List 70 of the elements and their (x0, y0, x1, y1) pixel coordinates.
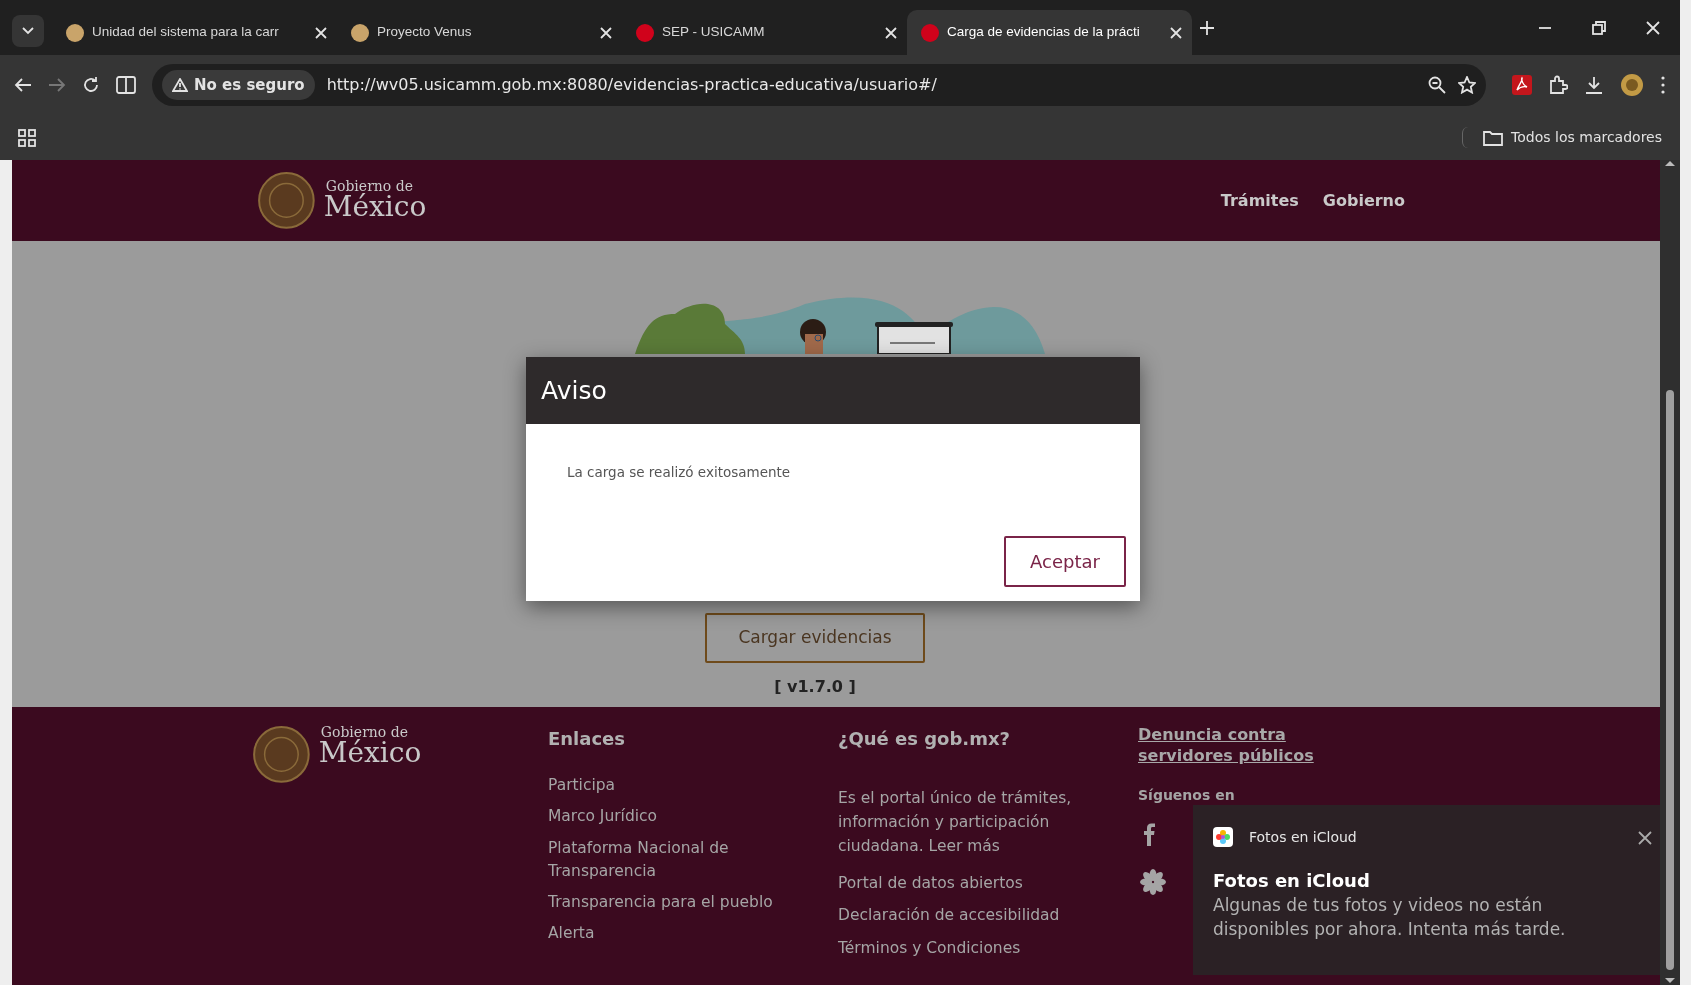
download-icon[interactable] (1584, 75, 1604, 95)
browser-tab[interactable]: Unidad del sistema para la carr (52, 10, 337, 55)
security-chip[interactable]: No es seguro (162, 69, 315, 101)
tab-title: Unidad del sistema para la carr (92, 23, 280, 42)
complaint-link[interactable]: Denuncia contra servidores públicos (1138, 725, 1378, 767)
footer-description: Es el portal único de trámites, información y participación ciudadana. Leer más (838, 788, 1073, 858)
upload-evidence-button[interactable]: Cargar evidencias (705, 613, 925, 663)
forward-icon[interactable] (48, 77, 66, 93)
notification-title: Fotos en iCloud (1213, 869, 1371, 893)
facebook-icon[interactable] (1143, 821, 1155, 846)
notification-message: Algunas de tus fotos y videos no están disponibles por ahora. Intenta más tarde. (1213, 894, 1567, 941)
menu-icon[interactable] (1660, 75, 1666, 95)
notification-app-name: Fotos en iCloud (1249, 827, 1358, 847)
emblem-icon (257, 171, 316, 230)
plus-icon (1200, 20, 1214, 35)
reload-icon[interactable] (82, 76, 100, 94)
caret-icon (22, 27, 34, 35)
photos-app-icon (1213, 827, 1233, 847)
close-icon (1646, 20, 1660, 35)
restore-icon (1592, 20, 1606, 35)
puzzle-icon[interactable] (1548, 75, 1568, 95)
footer-link[interactable]: Transparencia para el pueblo (548, 891, 838, 915)
scrollbar[interactable] (1660, 160, 1680, 985)
footer-link[interactable]: Plataforma Nacional de Transparencia (548, 836, 838, 883)
accept-button[interactable]: Aceptar (1004, 536, 1126, 587)
footer-heading: Enlaces (548, 727, 627, 751)
split-view-icon[interactable] (116, 76, 136, 94)
footer-link[interactable]: Términos y Condiciones (838, 936, 1138, 960)
tab-search-button[interactable] (12, 15, 44, 47)
back-icon[interactable] (14, 77, 32, 93)
follow-label: Síguenos en (1138, 785, 1236, 805)
footer-link[interactable]: Marco Jurídico (548, 805, 838, 829)
tab-title: SEP - USICAMM (662, 23, 766, 42)
minimize-icon (1538, 26, 1552, 29)
browser-tab[interactable]: Carga de evidencias de la prácti (907, 10, 1192, 55)
bookmarks-folder[interactable]: Todos los marcadores (1462, 127, 1662, 148)
emblem-icon (252, 725, 311, 784)
browser-tab[interactable]: SEP - USICAMM (622, 10, 907, 55)
close-icon (885, 27, 897, 40)
tab-title: Carga de evidencias de la prácti (947, 23, 1141, 42)
nav-link[interactable]: Gobierno (1322, 188, 1405, 213)
star-icon[interactable] (1458, 76, 1476, 94)
folder-icon (1483, 129, 1504, 146)
read-more-link[interactable]: Leer más (928, 837, 1000, 856)
version-label: [ v1.7.0 ] (774, 675, 856, 698)
close-icon (1170, 27, 1182, 40)
zoom-icon[interactable] (1428, 76, 1446, 94)
flower-icon[interactable] (1139, 867, 1167, 896)
footer-link[interactable]: Alerta (548, 922, 838, 946)
close-icon (315, 27, 327, 40)
address-field[interactable]: http://wv05.usicamm.gob.mx:8080/evidencias-practica-educativa/usuario#/ (326, 73, 1416, 97)
footer-link[interactable]: Participa (548, 774, 838, 798)
tab-title: Proyecto Venus (377, 23, 473, 42)
close-icon (600, 27, 612, 40)
close-icon (1638, 830, 1652, 845)
nav-link[interactable]: Trámites (1220, 188, 1299, 213)
profile-avatar-icon[interactable] (1620, 73, 1644, 97)
pdf-icon[interactable] (1512, 75, 1532, 95)
footer-heading: ¿Qué es gob.mx? (838, 727, 1011, 751)
footer-link[interactable]: Declaración de accesibilidad (838, 904, 1138, 928)
logo-text-small: Gobierno de (324, 179, 413, 194)
logo-text: México (318, 739, 422, 767)
footer-link[interactable]: Portal de datos abiertos (838, 872, 1138, 896)
warning-icon (172, 78, 188, 92)
apps-grid-icon[interactable] (18, 128, 36, 147)
dialog-message: La carga se realizó exitosamente (567, 463, 792, 482)
browser-tab[interactable]: Proyecto Venus (337, 10, 622, 55)
logo-text: México (323, 193, 427, 222)
dialog-title: Aviso (526, 357, 1140, 424)
logo-text-small: Gobierno de (319, 725, 408, 739)
